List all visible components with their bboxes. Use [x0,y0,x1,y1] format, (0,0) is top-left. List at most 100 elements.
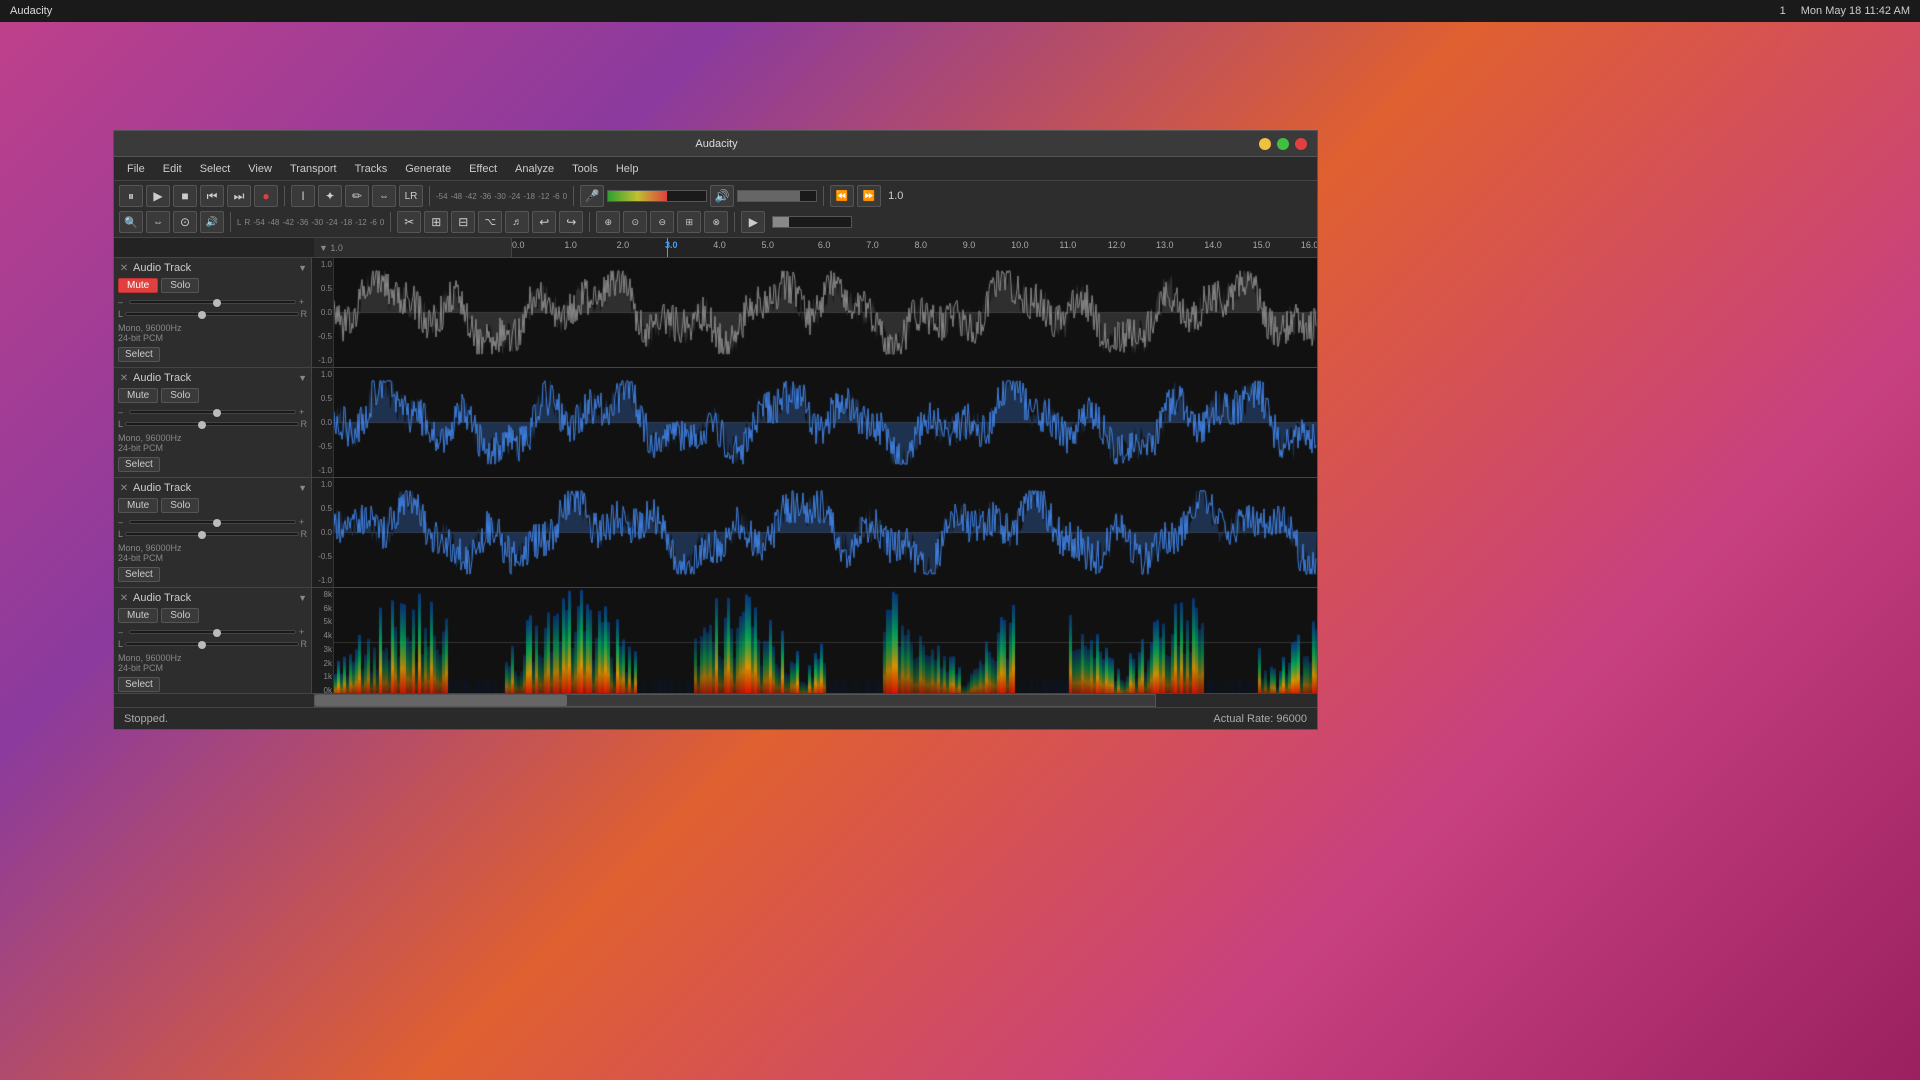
silence-button[interactable]: ♬ [505,211,529,233]
menu-file[interactable]: File [119,161,153,177]
ruler-mark-9: 9.0 [963,240,976,250]
track-4-mute-button[interactable]: Mute [118,608,158,623]
track-2-pan-thumb [198,421,206,429]
track-4-waveform[interactable]: 8k 6k 5k 4k 3k 2k 1k 0k [312,588,1317,693]
zoom-in-2-button[interactable]: ⊕ [596,211,620,233]
track-1-solo-button[interactable]: Solo [161,278,199,293]
track-1-close[interactable]: ✕ [118,262,130,274]
undo-button[interactable]: ↩ [532,211,556,233]
ruler-mark-11: 11.0 [1059,240,1076,250]
zoom-fit-button[interactable]: ⇔ [146,211,170,233]
track-3-pan-slider[interactable] [125,532,298,536]
track-2-close[interactable]: ✕ [118,372,130,384]
track-1-mute-button[interactable]: Mute [118,278,158,293]
track-1-pan-slider[interactable] [125,312,298,316]
menu-view[interactable]: View [240,161,280,177]
track-4-dropdown[interactable]: ▼ [298,593,307,603]
zoom-in-button[interactable]: 🔍 [119,211,143,233]
track-4-pan-slider[interactable] [125,642,298,646]
zoom-fit-3-button[interactable]: ⊗ [704,211,728,233]
paste-button[interactable]: ⊟ [451,211,475,233]
track-4-gain-slider[interactable] [129,630,296,634]
track-1-dropdown[interactable]: ▼ [298,263,307,273]
zoom-fit-project-button[interactable]: ⊙ [173,211,197,233]
status-left: Stopped. [124,713,168,725]
draw-tool-button[interactable]: ✏ [345,185,369,207]
envelope-tool-button[interactable]: LR [399,185,423,207]
zoom-tool-button[interactable]: ⇔ [372,185,396,207]
track-3-gain-label: – [118,517,126,527]
track-3-solo-button[interactable]: Solo [161,498,199,513]
track-2-mute-button[interactable]: Mute [118,388,158,403]
maximize-button[interactable] [1277,138,1289,150]
close-button[interactable] [1295,138,1307,150]
track-3-info-1: Mono, 96000Hz [118,543,307,553]
trim-button[interactable]: ⌥ [478,211,502,233]
menu-analyze[interactable]: Analyze [507,161,562,177]
redo-button[interactable]: ↪ [559,211,583,233]
skip-start-button[interactable]: ⏮ [200,185,224,207]
horizontal-scrollbar[interactable] [114,693,1317,707]
zoom-out-button[interactable]: 🔊 [200,211,224,233]
track-1-info: Mono, 96000Hz 24-bit PCM [118,323,307,343]
track-2-dropdown[interactable]: ▼ [298,373,307,383]
menu-edit[interactable]: Edit [155,161,190,177]
track-3-waveform[interactable]: 1.0 0.5 0.0 -0.5 -1.0 [312,478,1317,587]
pause-button[interactable]: ⏸ [119,185,143,207]
skip-left-button[interactable]: ⏪ [830,185,854,207]
speaker-button[interactable]: 🔊 [710,185,734,207]
track-2-select-button[interactable]: Select [118,457,160,472]
scrollbar-thumb[interactable] [315,695,567,706]
copy-button[interactable]: ⊞ [424,211,448,233]
ruler-left-panel: ▼ 1.0 [314,238,512,257]
record-meter-button[interactable]: 🎤 [580,185,604,207]
select-tool-button[interactable]: I [291,185,315,207]
menu-help[interactable]: Help [608,161,647,177]
track-4-select-button[interactable]: Select [118,677,160,692]
track-4-close[interactable]: ✕ [118,592,130,604]
zoom-fit-2-button[interactable]: ⊞ [677,211,701,233]
track-3-scale: 1.0 0.5 0.0 -0.5 -1.0 [312,478,334,587]
skip-end-button[interactable]: ⏭ [227,185,251,207]
track-3-name: Audio Track [133,482,295,494]
track-4-pan-l: L [118,639,123,649]
menu-effect[interactable]: Effect [461,161,505,177]
multi-tool-button[interactable]: ✦ [318,185,342,207]
menu-transport[interactable]: Transport [282,161,345,177]
cut-button[interactable]: ✂ [397,211,421,233]
menu-generate[interactable]: Generate [397,161,459,177]
track-1: ✕ Audio Track ▼ Mute Solo – + L [114,258,1317,368]
stop-button[interactable]: ■ [173,185,197,207]
track-3-info-2: 24-bit PCM [118,553,307,563]
zoom-normal-button[interactable]: ⊙ [623,211,647,233]
track-1-select-button[interactable]: Select [118,347,160,362]
track-2-pan-slider[interactable] [125,422,298,426]
playback-position-slider[interactable] [772,216,852,228]
menu-select[interactable]: Select [192,161,239,177]
playback-volume-slider[interactable] [737,190,817,202]
track-3-mute-button[interactable]: Mute [118,498,158,513]
track-3-close[interactable]: ✕ [118,482,130,494]
minimize-button[interactable] [1259,138,1271,150]
track-4-solo-button[interactable]: Solo [161,608,199,623]
zoom-out-2-button[interactable]: ⊖ [650,211,674,233]
track-4-spec-canvas [334,588,1317,693]
track-1-gain-slider[interactable] [129,300,296,304]
status-bar: Stopped. Actual Rate: 96000 [114,707,1317,729]
track-1-waveform[interactable]: 1.0 0.5 0.0 -0.5 -1.0 [312,258,1317,367]
toolbar-separator-7 [589,212,590,232]
track-2-waveform[interactable]: 1.0 0.5 0.0 -0.5 -1.0 [312,368,1317,477]
play-button[interactable]: ▶ [146,185,170,207]
track-2-solo-button[interactable]: Solo [161,388,199,403]
record-button[interactable]: ● [254,185,278,207]
track-3-dropdown[interactable]: ▼ [298,483,307,493]
play-once-button[interactable]: ▶ [741,211,765,233]
track-2-gain-slider[interactable] [129,410,296,414]
scale-1-bot: -1.0 [313,356,332,365]
skip-right-button[interactable]: ⏩ [857,185,881,207]
track-3-select-button[interactable]: Select [118,567,160,582]
menu-tools[interactable]: Tools [564,161,606,177]
scrollbar-track[interactable] [314,694,1156,707]
track-3-gain-slider[interactable] [129,520,296,524]
menu-tracks[interactable]: Tracks [347,161,396,177]
